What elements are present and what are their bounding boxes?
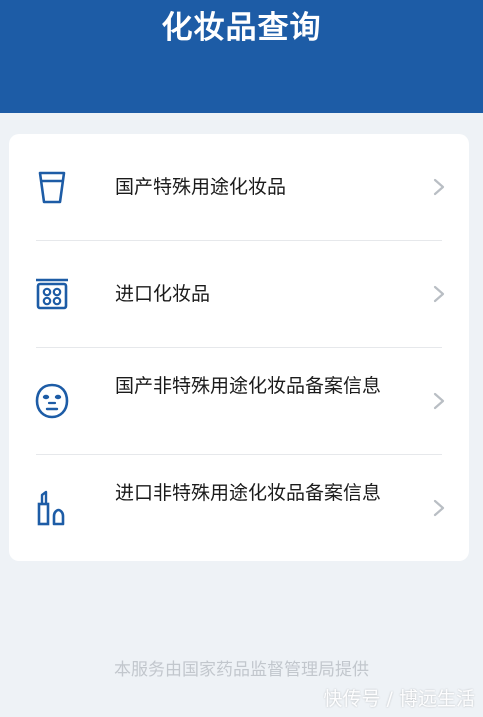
menu-item-imported[interactable]: 进口化妆品 bbox=[9, 241, 469, 347]
watermark: 快传号 / 博远生活 bbox=[323, 688, 475, 710]
lipstick-icon bbox=[33, 490, 71, 528]
compact-palette-icon bbox=[33, 274, 71, 312]
face-mask-icon bbox=[33, 382, 71, 420]
query-menu-card: 国产特殊用途化妆品 进口化妆品 国产非特殊用途化妆品备案信息 进口非特殊用途化妆… bbox=[9, 134, 469, 561]
menu-item-domestic-special[interactable]: 国产特殊用途化妆品 bbox=[9, 134, 469, 240]
menu-item-label: 国产非特殊用途化妆品备案信息 bbox=[115, 375, 382, 397]
menu-item-label: 进口化妆品 bbox=[115, 283, 211, 305]
footer-provider-note: 本服务由国家药品监督管理局提供 bbox=[114, 660, 369, 680]
page-title: 化妆品查询 bbox=[161, 10, 322, 46]
header-bar: 化妆品查询 bbox=[0, 0, 483, 113]
chevron-right-icon bbox=[431, 391, 447, 411]
menu-item-domestic-non-special[interactable]: 国产非特殊用途化妆品备案信息 bbox=[9, 348, 469, 454]
chevron-right-icon bbox=[431, 177, 447, 197]
menu-item-imported-non-special[interactable]: 进口非特殊用途化妆品备案信息 bbox=[9, 455, 469, 561]
chevron-right-icon bbox=[431, 498, 447, 518]
chevron-right-icon bbox=[431, 284, 447, 304]
menu-item-label: 进口非特殊用途化妆品备案信息 bbox=[115, 482, 382, 504]
menu-item-label: 国产特殊用途化妆品 bbox=[115, 176, 287, 198]
cup-icon bbox=[33, 169, 71, 207]
